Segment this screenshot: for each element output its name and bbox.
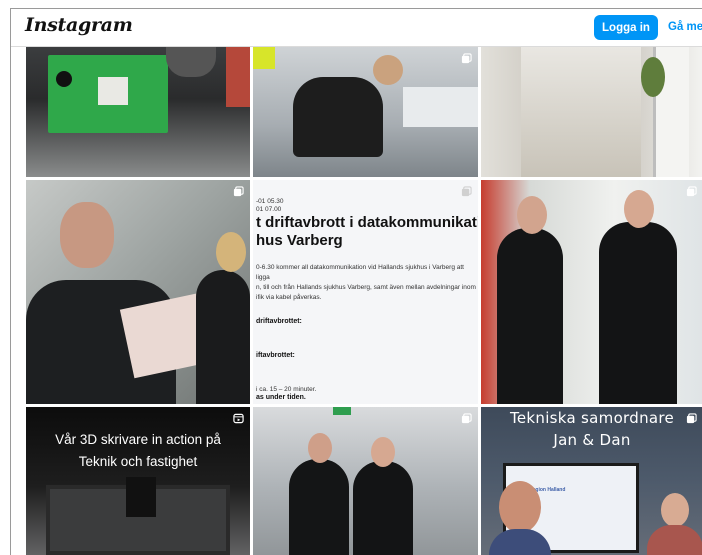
reel-caption: Vår 3D skrivare in action på Teknik och … [26, 429, 250, 473]
post-tile-8[interactable] [253, 407, 478, 555]
carousel-icon [686, 186, 697, 197]
body-line-3: ifik via kabel påverkas. [256, 294, 322, 301]
person-left-head-shape [308, 433, 332, 463]
section-heading-1: driftavbrottet: [256, 318, 302, 325]
carousel-icon [461, 186, 472, 197]
woman-shape [196, 270, 250, 404]
post-tile-5[interactable]: -01 05.30 01 07.00 t driftavbrott i data… [253, 180, 478, 404]
person-right-shape [599, 222, 677, 404]
headline-line-2: hus Varberg [256, 232, 343, 249]
post-body: 0-6.30 kommer all datakommunikation vid … [256, 263, 478, 303]
reel-icon [233, 413, 244, 424]
post-tile-9[interactable]: Tekniska samordnare Jan & Dan Region Hal… [481, 407, 702, 555]
head-shape [373, 55, 403, 85]
carousel-icon [686, 413, 697, 424]
desk-shape [403, 87, 478, 127]
vest-shape [253, 47, 275, 69]
post-time-start: -01 05.30 [256, 198, 284, 205]
note-text: as under tiden. [256, 394, 306, 401]
plant-shape [641, 57, 665, 97]
machine-detail-shape [56, 71, 72, 87]
body-line-1: 0-6.30 kommer all datakommunikation vid … [256, 264, 464, 281]
login-button[interactable]: Logga in [594, 15, 658, 40]
brick-wall-shape [226, 47, 250, 107]
post-tile-3[interactable] [481, 47, 702, 177]
carousel-icon [233, 186, 244, 197]
section-heading-2: iftavbrottet: [256, 352, 295, 359]
body-line-2: n, till och från Hallands sjukhus Varber… [256, 284, 476, 291]
exit-sign-shape [333, 407, 351, 415]
duration-text: i ca. 15 – 20 minuter. [256, 386, 317, 393]
person-left-shape [289, 459, 349, 555]
printer-head-shape [126, 477, 156, 517]
instagram-logo[interactable]: Instagram [25, 14, 133, 36]
person-right-shape [647, 525, 702, 555]
person-left-head-shape [499, 481, 541, 533]
post-title-line-1: Tekniska samordnare [509, 409, 675, 427]
person-right-head-shape [661, 493, 689, 527]
cable-reel-shape [166, 47, 216, 77]
browser-frame: Instagram Logga in Gå med [10, 8, 702, 555]
carousel-icon [461, 413, 472, 424]
post-tile-4[interactable] [26, 180, 250, 404]
control-panel-shape [98, 77, 128, 105]
post-tile-6[interactable] [481, 180, 702, 404]
post-headline: t driftavbrott i datakommunikatione hus … [256, 214, 478, 250]
headline-line-1: t driftavbrott i datakommunikatione [256, 214, 478, 231]
reel-caption-line-1: Vår 3D skrivare in action på [55, 432, 221, 447]
carousel-icon [461, 53, 472, 64]
person-right-head-shape [371, 437, 395, 467]
man-head-shape [60, 202, 114, 268]
person-left-head-shape [517, 196, 547, 234]
woman-head-shape [216, 232, 246, 272]
post-time-end: 01 07.00 [256, 206, 282, 213]
corridor-shape [521, 47, 641, 177]
person-left-shape [497, 228, 563, 404]
post-tile-7[interactable]: Vår 3D skrivare in action på Teknik och … [26, 407, 250, 555]
signup-link[interactable]: Gå med [668, 21, 702, 33]
reel-caption-line-2: Teknik och fastighet [78, 454, 198, 469]
post-tile-1[interactable] [26, 47, 250, 177]
technician-shape [293, 77, 383, 157]
post-tile-2[interactable] [253, 47, 478, 177]
person-right-head-shape [624, 190, 654, 228]
post-title-line-2: Jan & Dan [553, 431, 631, 449]
person-right-shape [353, 461, 413, 555]
top-navigation-bar: Instagram Logga in Gå med [11, 9, 702, 47]
